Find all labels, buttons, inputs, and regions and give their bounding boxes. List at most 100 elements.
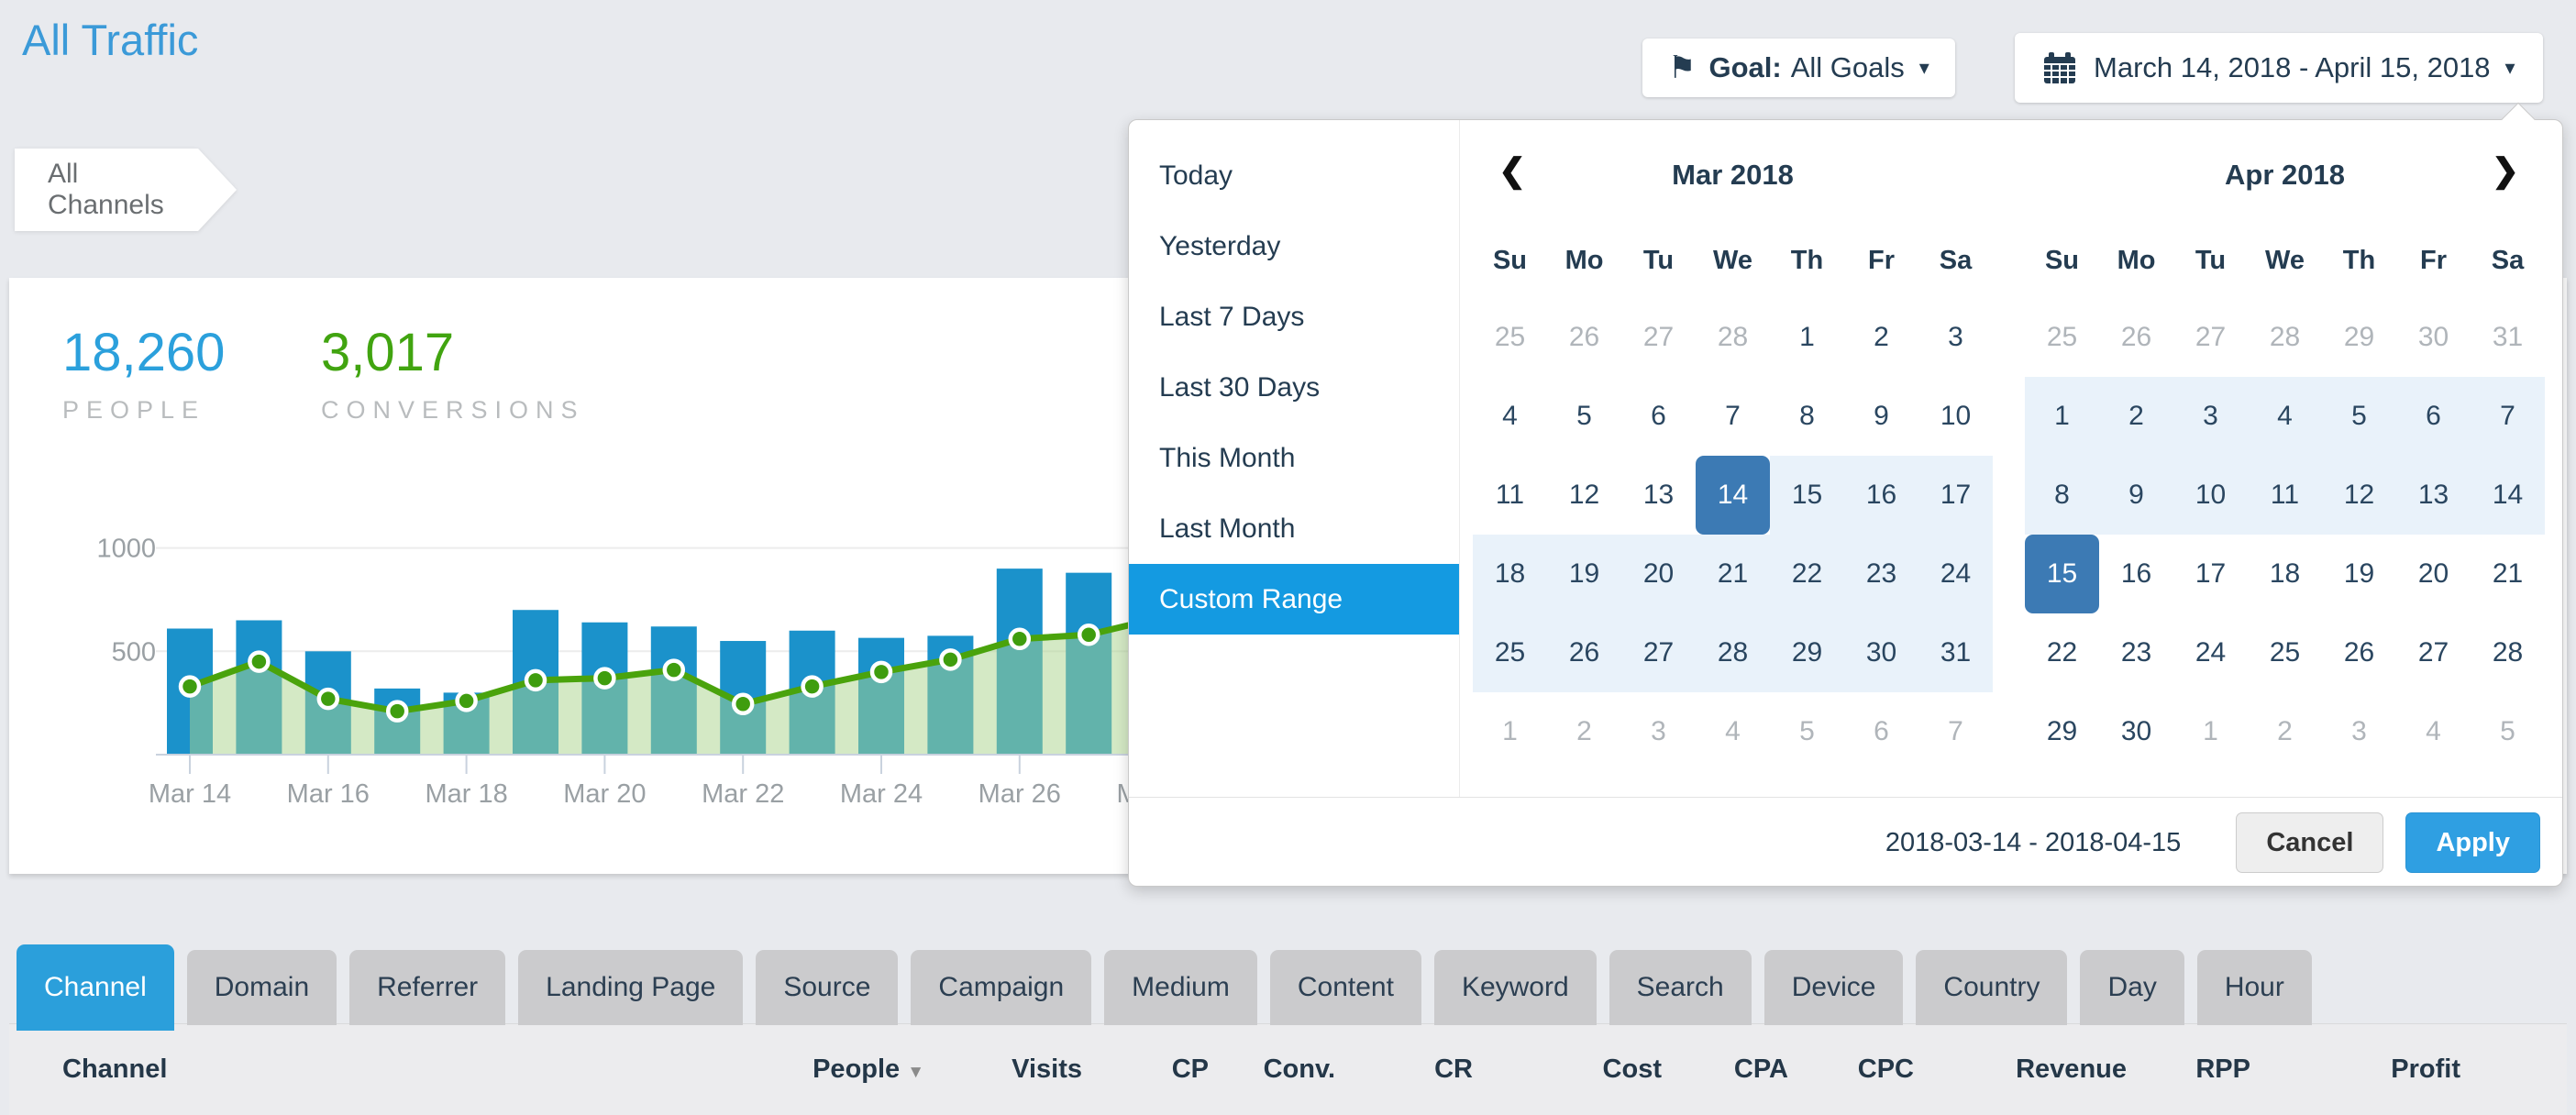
day-apr-3[interactable]: 3 xyxy=(2322,692,2396,771)
point-mar-24[interactable] xyxy=(872,663,890,681)
day-apr-30[interactable]: 30 xyxy=(2396,298,2471,377)
day-apr-26[interactable]: 26 xyxy=(2322,613,2396,692)
tab-referrer[interactable]: Referrer xyxy=(349,950,505,1025)
day-apr-9[interactable]: 9 xyxy=(2099,456,2173,535)
preset-yesterday[interactable]: Yesterday xyxy=(1129,211,1459,282)
day-mar-6[interactable]: 6 xyxy=(1621,377,1696,456)
cancel-button[interactable]: Cancel xyxy=(2236,812,2383,873)
day-apr-8[interactable]: 8 xyxy=(2025,456,2099,535)
day-mar-2[interactable]: 2 xyxy=(1547,692,1621,771)
day-apr-29[interactable]: 29 xyxy=(2322,298,2396,377)
point-mar-22[interactable] xyxy=(734,695,752,713)
day-mar-27[interactable]: 27 xyxy=(1621,298,1696,377)
column-header-visits[interactable]: Visits xyxy=(924,1054,1082,1085)
day-apr-25[interactable]: 25 xyxy=(2248,613,2322,692)
tab-campaign[interactable]: Campaign xyxy=(911,950,1091,1025)
day-apr-5[interactable]: 5 xyxy=(2322,377,2396,456)
point-mar-16[interactable] xyxy=(319,690,337,708)
day-mar-29[interactable]: 29 xyxy=(1770,613,1844,692)
day-apr-20[interactable]: 20 xyxy=(2396,535,2471,613)
day-mar-15[interactable]: 15 xyxy=(1770,456,1844,535)
day-mar-3[interactable]: 3 xyxy=(1918,298,1993,377)
preset-last-30-days[interactable]: Last 30 Days xyxy=(1129,352,1459,423)
column-header-people[interactable]: People▼ xyxy=(754,1054,924,1085)
day-apr-21[interactable]: 21 xyxy=(2471,535,2545,613)
day-apr-15[interactable]: 15 xyxy=(2025,535,2099,613)
tab-search[interactable]: Search xyxy=(1609,950,1752,1025)
day-mar-25[interactable]: 25 xyxy=(1473,613,1547,692)
point-mar-15[interactable] xyxy=(249,653,268,671)
day-mar-20[interactable]: 20 xyxy=(1621,535,1696,613)
channel-filter-breadcrumb[interactable]: All Channels xyxy=(15,149,198,231)
day-apr-6[interactable]: 6 xyxy=(2396,377,2471,456)
day-apr-30[interactable]: 30 xyxy=(2099,692,2173,771)
point-mar-18[interactable] xyxy=(458,691,476,710)
day-mar-13[interactable]: 13 xyxy=(1621,456,1696,535)
day-mar-26[interactable]: 26 xyxy=(1547,613,1621,692)
tab-channel[interactable]: Channel xyxy=(17,944,174,1031)
point-mar-27[interactable] xyxy=(1079,625,1098,644)
day-apr-26[interactable]: 26 xyxy=(2099,298,2173,377)
day-mar-12[interactable]: 12 xyxy=(1547,456,1621,535)
day-apr-23[interactable]: 23 xyxy=(2099,613,2173,692)
preset-today[interactable]: Today xyxy=(1129,140,1459,211)
point-mar-17[interactable] xyxy=(388,702,406,721)
day-mar-1[interactable]: 1 xyxy=(1473,692,1547,771)
day-apr-1[interactable]: 1 xyxy=(2025,377,2099,456)
preset-this-month[interactable]: This Month xyxy=(1129,423,1459,493)
column-header-cp[interactable]: CP xyxy=(1082,1054,1209,1085)
day-apr-24[interactable]: 24 xyxy=(2173,613,2248,692)
day-apr-14[interactable]: 14 xyxy=(2471,456,2545,535)
point-mar-26[interactable] xyxy=(1011,630,1029,648)
preset-last-month[interactable]: Last Month xyxy=(1129,493,1459,564)
column-header-cpa[interactable]: CPA xyxy=(1662,1054,1788,1085)
day-mar-23[interactable]: 23 xyxy=(1844,535,1918,613)
tab-day[interactable]: Day xyxy=(2080,950,2184,1025)
chevron-left-icon[interactable]: ❮ xyxy=(1498,151,1526,190)
day-mar-21[interactable]: 21 xyxy=(1696,535,1770,613)
day-apr-27[interactable]: 27 xyxy=(2173,298,2248,377)
day-apr-5[interactable]: 5 xyxy=(2471,692,2545,771)
day-mar-25[interactable]: 25 xyxy=(1473,298,1547,377)
point-mar-19[interactable] xyxy=(526,671,545,690)
tab-domain[interactable]: Domain xyxy=(187,950,337,1025)
day-apr-3[interactable]: 3 xyxy=(2173,377,2248,456)
day-mar-5[interactable]: 5 xyxy=(1770,692,1844,771)
point-mar-25[interactable] xyxy=(941,650,959,668)
day-mar-19[interactable]: 19 xyxy=(1547,535,1621,613)
day-apr-19[interactable]: 19 xyxy=(2322,535,2396,613)
day-apr-31[interactable]: 31 xyxy=(2471,298,2545,377)
day-mar-27[interactable]: 27 xyxy=(1621,613,1696,692)
day-apr-11[interactable]: 11 xyxy=(2248,456,2322,535)
day-apr-25[interactable]: 25 xyxy=(2025,298,2099,377)
day-mar-4[interactable]: 4 xyxy=(1696,692,1770,771)
tab-medium[interactable]: Medium xyxy=(1104,950,1257,1025)
tab-country[interactable]: Country xyxy=(1916,950,2067,1025)
tab-source[interactable]: Source xyxy=(756,950,898,1025)
day-apr-10[interactable]: 10 xyxy=(2173,456,2248,535)
point-mar-14[interactable] xyxy=(181,678,199,696)
day-mar-10[interactable]: 10 xyxy=(1918,377,1993,456)
day-mar-31[interactable]: 31 xyxy=(1918,613,1993,692)
day-mar-28[interactable]: 28 xyxy=(1696,613,1770,692)
day-apr-1[interactable]: 1 xyxy=(2173,692,2248,771)
tab-hour[interactable]: Hour xyxy=(2197,950,2312,1025)
day-mar-3[interactable]: 3 xyxy=(1621,692,1696,771)
day-mar-11[interactable]: 11 xyxy=(1473,456,1547,535)
day-mar-24[interactable]: 24 xyxy=(1918,535,1993,613)
day-mar-6[interactable]: 6 xyxy=(1844,692,1918,771)
day-apr-2[interactable]: 2 xyxy=(2099,377,2173,456)
day-mar-9[interactable]: 9 xyxy=(1844,377,1918,456)
day-apr-7[interactable]: 7 xyxy=(2471,377,2545,456)
point-mar-20[interactable] xyxy=(595,669,614,688)
day-apr-27[interactable]: 27 xyxy=(2396,613,2471,692)
day-mar-2[interactable]: 2 xyxy=(1844,298,1918,377)
column-header-channel[interactable]: Channel xyxy=(9,1054,754,1085)
day-apr-12[interactable]: 12 xyxy=(2322,456,2396,535)
point-mar-21[interactable] xyxy=(665,661,683,679)
day-apr-4[interactable]: 4 xyxy=(2396,692,2471,771)
day-mar-16[interactable]: 16 xyxy=(1844,456,1918,535)
tab-landing-page[interactable]: Landing Page xyxy=(518,950,743,1025)
day-apr-4[interactable]: 4 xyxy=(2248,377,2322,456)
column-header-cpc[interactable]: CPC xyxy=(1788,1054,1914,1085)
